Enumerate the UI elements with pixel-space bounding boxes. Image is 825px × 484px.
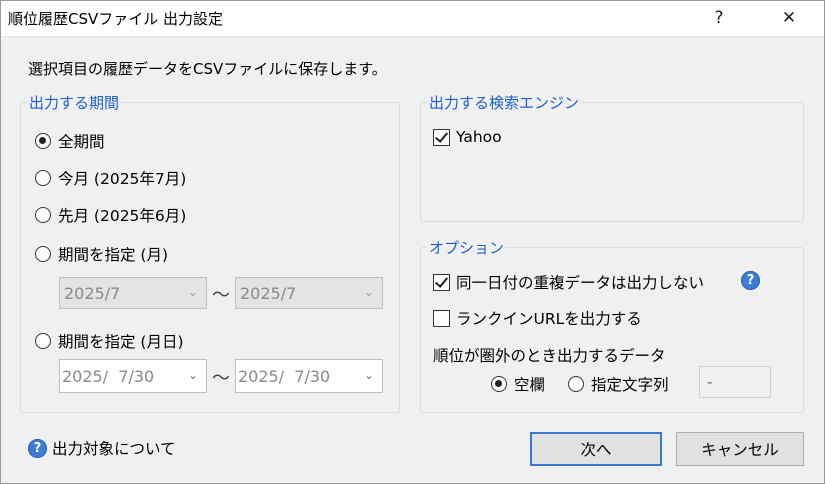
checkbox-label: 同一日付の重複データは出力しない <box>456 274 705 292</box>
radio-button[interactable] <box>491 376 507 392</box>
date-to-picker[interactable]: 2025/ 7/30 ⌄ <box>235 359 383 393</box>
radio-specify-date[interactable]: 期間を指定 (月日) <box>35 330 184 352</box>
checkbox[interactable] <box>433 128 450 146</box>
engines-legend: 出力する検索エンジン <box>429 94 580 112</box>
radio-blank[interactable]: 空欄 <box>491 373 545 395</box>
chevron-down-icon: ⌄ <box>187 368 198 382</box>
checkbox[interactable] <box>433 309 450 327</box>
engines-group: 出力する検索エンジン <box>420 92 804 222</box>
radio-button[interactable] <box>35 207 51 223</box>
custom-string-input[interactable]: - <box>699 366 771 398</box>
period-legend: 出力する期間 <box>29 94 120 112</box>
radio-label: 先月 (2025年6月) <box>58 207 187 225</box>
range-separator: ～ <box>212 368 230 389</box>
window-title: 順位履歴CSVファイル 出力設定 <box>8 10 224 28</box>
radio-label: 期間を指定 (月日) <box>58 333 184 351</box>
radio-button[interactable] <box>35 133 51 149</box>
next-button[interactable]: 次へ <box>530 432 662 466</box>
title-bar: 順位履歴CSVファイル 出力設定 ? ✕ <box>0 0 825 37</box>
checkbox-yahoo[interactable]: Yahoo <box>433 128 502 146</box>
radio-label: 今月 (2025年7月) <box>58 170 187 188</box>
chevron-down-icon: ⌄ <box>363 285 374 299</box>
radio-this-month[interactable]: 今月 (2025年7月) <box>35 167 186 189</box>
date-from-picker[interactable]: 2025/ 7/30 ⌄ <box>59 359 207 393</box>
month-from-combo[interactable]: 2025/7 ⌄ <box>59 277 207 309</box>
radio-button[interactable] <box>35 246 51 262</box>
radio-label: 全期間 <box>58 133 105 151</box>
radio-button[interactable] <box>35 170 51 186</box>
radio-button[interactable] <box>568 376 584 392</box>
checkbox[interactable] <box>433 273 450 291</box>
radio-label: 指定文字列 <box>591 376 669 394</box>
chevron-down-icon: ⌄ <box>187 285 198 299</box>
month-from-value: 2025/7 <box>64 283 121 303</box>
checkbox-label: ランクインURLを出力する <box>456 310 642 328</box>
help-link-label: 出力対象について <box>52 440 176 458</box>
help-link[interactable]: ? 出力対象について <box>28 437 176 459</box>
date-to-value: 2025/ 7/30 <box>238 366 331 386</box>
range-separator: ～ <box>212 285 230 306</box>
radio-label: 期間を指定 (月) <box>58 246 169 264</box>
radio-last-month[interactable]: 先月 (2025年6月) <box>35 204 186 226</box>
out-of-rank-label: 順位が圏外のとき出力するデータ <box>433 347 666 365</box>
month-to-value: 2025/7 <box>240 283 297 303</box>
cancel-button[interactable]: キャンセル <box>676 432 804 466</box>
checkbox-no-duplicates[interactable]: 同一日付の重複データは出力しない <box>433 271 704 293</box>
radio-label: 空欄 <box>514 376 546 394</box>
radio-custom-string[interactable]: 指定文字列 <box>568 373 669 395</box>
month-to-combo[interactable]: 2025/7 ⌄ <box>235 277 383 309</box>
checkbox-label: Yahoo <box>456 128 502 146</box>
radio-all-period[interactable]: 全期間 <box>35 130 105 152</box>
chevron-down-icon: ⌄ <box>363 368 374 382</box>
dialog-description: 選択項目の履歴データをCSVファイルに保存します。 <box>28 60 387 78</box>
help-icon[interactable]: ? <box>741 271 760 290</box>
options-legend: オプション <box>429 239 505 257</box>
date-from-value: 2025/ 7/30 <box>62 366 155 386</box>
checkbox-rank-in-url[interactable]: ランクインURLを出力する <box>433 307 642 329</box>
close-button[interactable]: ✕ <box>766 0 812 36</box>
help-title-button[interactable]: ? <box>696 0 742 36</box>
help-icon: ? <box>28 438 47 458</box>
radio-button[interactable] <box>35 333 51 349</box>
radio-specify-month[interactable]: 期間を指定 (月) <box>35 243 168 265</box>
